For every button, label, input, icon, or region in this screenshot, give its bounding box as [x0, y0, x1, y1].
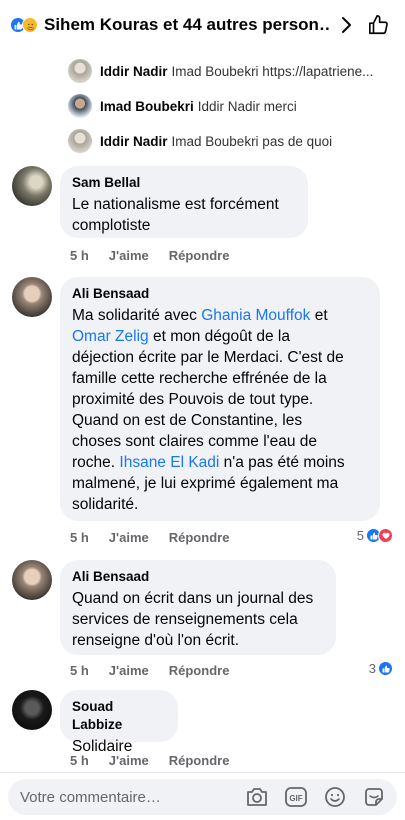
gif-label: GIF	[289, 794, 302, 803]
comment-author[interactable]: Ali Bensaad	[72, 568, 324, 586]
nested-reply[interactable]: Iddir Nadir Imad Boubekri https://lapatr…	[68, 54, 398, 88]
thumbs-up-outline-icon[interactable]	[363, 9, 395, 41]
comment-actions: 5 h J'aime Répondre	[70, 530, 249, 545]
comment-composer: GIF	[0, 772, 405, 820]
care-reaction-icon	[22, 17, 38, 33]
reaction-count-number: 5	[356, 528, 364, 543]
reaction-count[interactable]: 5	[357, 528, 393, 543]
timestamp: 5 h	[70, 530, 89, 545]
reaction-summary[interactable]	[10, 17, 38, 33]
comment-line: choses sont claires comme l'eau de	[72, 433, 318, 450]
nested-reply[interactable]: Imad Boubekri Iddir Nadir merci	[68, 89, 398, 123]
comment-line: Quand on est de Constantine, les	[72, 412, 303, 429]
reply-author[interactable]: Iddir Nadir	[100, 134, 168, 149]
reply-link[interactable]: Répondre	[169, 248, 230, 263]
reaction-count[interactable]: 3	[369, 661, 393, 676]
comment-line: roche. Ihsane El Kadi n'a pas été moins	[72, 454, 345, 471]
comment-line: Le nationalisme est forcément	[72, 196, 279, 213]
comment-actions: 5 h J'aime Répondre	[70, 663, 249, 678]
comment-line: services de renseignements cela	[72, 611, 298, 628]
timestamp: 5 h	[70, 248, 89, 263]
comment-line: complotiste	[72, 217, 151, 234]
comment-line: Ma solidarité avec Ghania Mouffok et	[72, 307, 328, 324]
timestamp: 5 h	[70, 753, 89, 768]
reaction-count-number: 3	[368, 661, 376, 676]
comment-line: Quand on écrit dans un journal des	[72, 590, 314, 607]
avatar[interactable]	[12, 560, 52, 600]
avatar[interactable]	[68, 94, 92, 118]
comment-bubble[interactable]: Ali Bensaad Quand on écrit dans un journ…	[60, 560, 336, 655]
avatar[interactable]	[12, 166, 52, 206]
comment-author[interactable]: Sam Bellal	[72, 174, 296, 192]
like-link[interactable]: J'aime	[109, 530, 149, 545]
like-link[interactable]: J'aime	[109, 663, 149, 678]
comment-input[interactable]	[20, 788, 231, 806]
emoji-icon[interactable]	[322, 784, 348, 810]
avatar[interactable]	[68, 59, 92, 83]
comment-text: Le nationalisme est forcément complotist…	[72, 194, 296, 236]
comment-actions: 5 h J'aime Répondre	[70, 753, 249, 768]
reply-author[interactable]: Iddir Nadir	[100, 64, 168, 79]
love-reaction-icon	[378, 528, 393, 543]
comment-line: famille cette recherche effrénée de la	[72, 370, 327, 387]
gif-icon[interactable]: GIF	[283, 784, 309, 810]
reply-link[interactable]: Répondre	[169, 663, 230, 678]
comment-author[interactable]: Ali Bensaad	[72, 285, 368, 303]
avatar[interactable]	[68, 129, 92, 153]
comment-text: Ma solidarité avec Ghania Mouffok et Omar…	[72, 305, 368, 515]
comment-bubble[interactable]: Sam Bellal Le nationalisme est forcément…	[60, 166, 308, 238]
comment-input-container[interactable]: GIF	[8, 779, 397, 815]
nested-reply[interactable]: Iddir Nadir Imad Boubekri pas de quoi	[68, 124, 398, 158]
chevron-right-icon[interactable]	[331, 9, 363, 41]
avatar[interactable]	[12, 277, 52, 317]
timestamp: 5 h	[70, 663, 89, 678]
reply-text: Imad Boubekri https://lapatriene...	[171, 63, 374, 79]
comment-bubble[interactable]: Ali Bensaad Ma solidarité avec Ghania Mo…	[60, 277, 380, 521]
avatar[interactable]	[12, 690, 52, 730]
comment-line: déjection écrite par le Merdaci. C'est d…	[72, 349, 344, 366]
like-link[interactable]: J'aime	[109, 248, 149, 263]
comment-text: Quand on écrit dans un journal des servi…	[72, 588, 324, 651]
like-link[interactable]: J'aime	[109, 753, 149, 768]
comment-bubble[interactable]: Souad Labbize Solidaire	[60, 690, 178, 755]
comment-author[interactable]: Souad Labbize	[72, 698, 166, 734]
mention-link[interactable]: Ihsane El Kadi	[119, 454, 219, 471]
reply-author[interactable]: Imad Boubekri	[100, 99, 194, 114]
header: Sihem Kouras et 44 autres person…	[0, 0, 405, 50]
reply-link[interactable]: Répondre	[169, 530, 230, 545]
like-reaction-icon	[378, 661, 393, 676]
comment-line: renseigne d'où l'on écrit.	[72, 632, 240, 649]
sticker-icon[interactable]	[361, 784, 387, 810]
comment-actions: 5 h J'aime Répondre	[70, 248, 249, 263]
reply-text: Imad Boubekri pas de quoi	[171, 133, 333, 149]
mention-link[interactable]: Ghania Mouffok	[201, 307, 310, 324]
comment-line: solidarité.	[72, 496, 139, 513]
reactions-title[interactable]: Sihem Kouras et 44 autres person…	[44, 15, 331, 35]
comment-line: Omar Zelig et mon dégoût de la	[72, 328, 290, 345]
camera-icon[interactable]	[244, 784, 270, 810]
mention-link[interactable]: Omar Zelig	[72, 328, 149, 345]
comment-line: proximité des Pouvois de tout type.	[72, 391, 314, 408]
comment-line: malmené, je lui exprimé également ma	[72, 475, 339, 492]
reply-text: Iddir Nadir merci	[197, 98, 297, 114]
reply-link[interactable]: Répondre	[169, 753, 230, 768]
